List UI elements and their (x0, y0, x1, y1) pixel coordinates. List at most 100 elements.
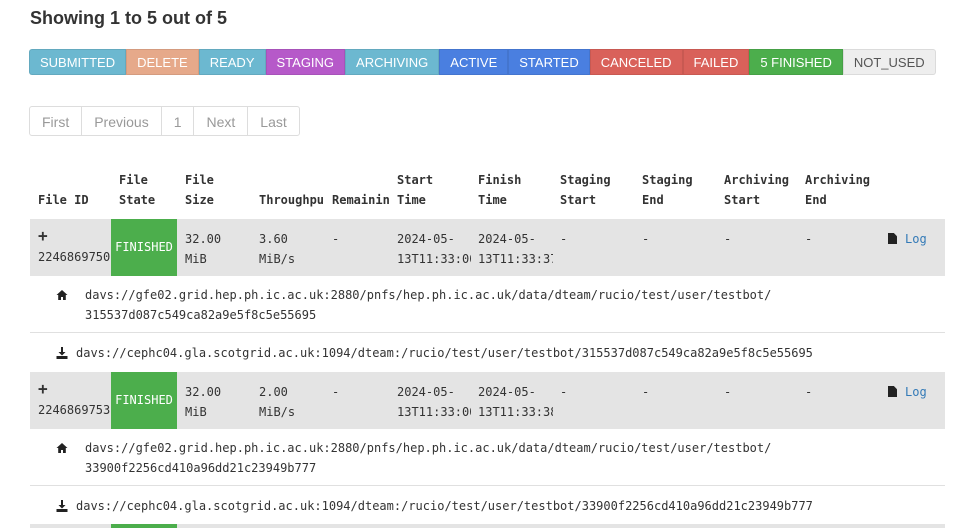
column-file-state-line2: State (119, 193, 156, 207)
home-icon (56, 290, 68, 300)
column-archiving-end-line2: End (805, 193, 827, 207)
destination-path: davs://cephc04.gla.scotgrid.ac.uk:1094/d… (76, 346, 813, 360)
column-staging-start-line2: Start (560, 193, 597, 207)
download-icon (56, 347, 68, 359)
throughput: 2.00 MiB/s (259, 382, 324, 422)
source-path-line2: 33900f2256cd410a96dd21c23949b777 (85, 461, 317, 475)
destination-path-row: davs://cephc04.gla.scotgrid.ac.uk:1094/d… (30, 333, 945, 369)
file-size-unit: MiB (185, 405, 207, 419)
throughput-value: 2.00 (259, 385, 288, 399)
file-size-value: 32.00 (185, 385, 222, 399)
status-badge: FINISHED (111, 219, 177, 276)
column-throughput[interactable]: Throughput (259, 190, 324, 210)
filter-archiving-button[interactable]: ARCHIVING (345, 49, 440, 75)
start-time: 2024-05- 13T11:33:00 (397, 382, 471, 422)
table-row: + 2246869753 FINISHED 32.00 MiB 2.00 MiB… (30, 372, 945, 429)
archiving-end: - (805, 232, 813, 246)
throughput-value: 3.60 (259, 232, 288, 246)
finish-time-date: 2024-05- (478, 232, 536, 246)
expand-row-button[interactable]: + (38, 381, 48, 397)
download-icon (56, 500, 68, 512)
remaining: - (332, 385, 340, 399)
column-start-time-line2: Time (397, 193, 426, 207)
column-archiving-start[interactable]: Archiving Start (724, 170, 789, 210)
column-file-state-line1: File (119, 173, 148, 187)
column-archiving-end[interactable]: Archiving End (805, 170, 870, 210)
filter-started-button[interactable]: STARTED (508, 49, 590, 75)
page-last-button[interactable]: Last (247, 106, 300, 136)
file-icon (888, 233, 897, 244)
finish-time-clock: 13T11:33:38 (478, 405, 553, 419)
throughput-unit: MiB/s (259, 405, 296, 419)
file-size-unit: MiB (185, 252, 207, 266)
file-size: 32.00 MiB (185, 382, 251, 422)
staging-end: - (642, 232, 650, 246)
file-size-value: 32.00 (185, 232, 222, 246)
finish-time: 2024-05- 13T11:33:37 (478, 229, 553, 269)
filter-submitted-button[interactable]: SUBMITTED (29, 49, 127, 75)
filter-not-used-button[interactable]: NOT_USED (842, 49, 936, 75)
column-archiving-start-line2: Start (724, 193, 761, 207)
start-time-date: 2024-05- (397, 385, 455, 399)
filter-failed-button[interactable]: FAILED (682, 49, 750, 75)
status-badge: FINISHED (111, 372, 177, 429)
table-row (30, 524, 945, 528)
source-path-line1: davs://gfe02.grid.hep.ph.ic.ac.uk:2880/p… (85, 441, 772, 455)
pagination: First Previous 1 Next Last (29, 106, 300, 136)
home-icon (56, 443, 68, 453)
log-link[interactable]: Log (888, 382, 927, 402)
start-time-clock: 13T11:33:00 (397, 405, 471, 419)
column-finish-time-line2: Time (478, 193, 507, 207)
file-id: 2246869750 (38, 250, 111, 264)
archiving-end: - (805, 385, 813, 399)
finish-time-clock: 13T11:33:37 (478, 252, 553, 266)
page-next-button[interactable]: Next (193, 106, 249, 136)
remaining: - (332, 232, 340, 246)
column-staging-end[interactable]: Staging End (642, 170, 693, 210)
column-remaining[interactable]: Remaining (332, 190, 389, 210)
staging-start: - (560, 232, 568, 246)
page-previous-button[interactable]: Previous (81, 106, 162, 136)
file-icon (888, 386, 897, 397)
column-file-id[interactable]: File ID (38, 190, 89, 210)
status-filter-bar: SUBMITTED DELETE READY STAGING ARCHIVING… (29, 49, 936, 75)
table-header: File ID File State File Size Throughput … (30, 170, 945, 216)
filter-delete-button[interactable]: DELETE (126, 49, 199, 75)
column-staging-end-line2: End (642, 193, 664, 207)
log-link-label: Log (905, 385, 927, 399)
filter-canceled-button[interactable]: CANCELED (589, 49, 683, 75)
column-archiving-end-line1: Archiving (805, 173, 871, 187)
column-staging-end-line1: Staging (642, 173, 693, 187)
source-path-line1: davs://gfe02.grid.hep.ph.ic.ac.uk:2880/p… (85, 288, 772, 302)
column-finish-time-line1: Finish (478, 173, 522, 187)
page-first-button[interactable]: First (29, 106, 83, 136)
filter-staging-button[interactable]: STAGING (265, 49, 346, 75)
column-file-size-line1: File (185, 173, 214, 187)
finish-time: 2024-05- 13T11:33:38 (478, 382, 553, 422)
expand-row-button[interactable]: + (38, 228, 48, 244)
finish-time-date: 2024-05- (478, 385, 536, 399)
log-link-label: Log (905, 232, 927, 246)
column-file-size[interactable]: File Size (185, 170, 214, 210)
column-file-state[interactable]: File State (119, 170, 155, 210)
staging-start: - (560, 385, 568, 399)
status-badge (111, 524, 177, 528)
source-path-line2: 315537d087c549ca82a9e5f8c5e55695 (85, 308, 317, 322)
archiving-start: - (724, 232, 732, 246)
start-time: 2024-05- 13T11:33:00 (397, 229, 471, 269)
results-heading: Showing 1 to 5 out of 5 (30, 8, 227, 28)
column-start-time[interactable]: Start Time (397, 170, 433, 210)
throughput-unit: MiB/s (259, 252, 296, 266)
filter-ready-button[interactable]: READY (198, 49, 266, 75)
source-path: davs://gfe02.grid.hep.ph.ic.ac.uk:2880/p… (85, 285, 771, 325)
table-row: + 2246869750 FINISHED 32.00 MiB 3.60 MiB… (30, 219, 945, 276)
column-file-size-line2: Size (185, 193, 214, 207)
filter-finished-button[interactable]: 5 FINISHED (749, 49, 843, 75)
start-time-clock: 13T11:33:00 (397, 252, 471, 266)
filter-active-button[interactable]: ACTIVE (439, 49, 509, 75)
page-current-button[interactable]: 1 (160, 106, 195, 136)
column-archiving-start-line1: Archiving (724, 173, 790, 187)
column-staging-start[interactable]: Staging Start (560, 170, 611, 210)
log-link[interactable]: Log (888, 229, 927, 249)
column-finish-time[interactable]: Finish Time (478, 170, 521, 210)
